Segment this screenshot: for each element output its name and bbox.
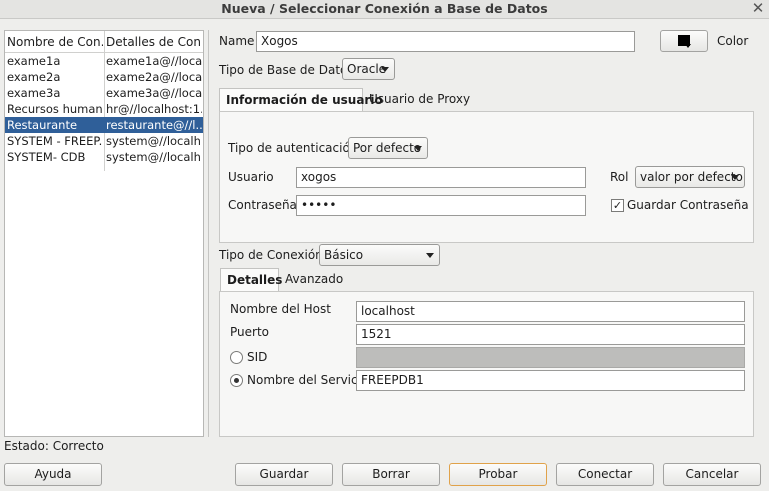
connection-name: exame2a [7,70,61,84]
save-password-label: Guardar Contraseña [627,198,749,212]
sid-input-disabled [356,347,745,368]
chevron-down-icon [414,146,422,151]
db-type-select[interactable]: Oracle [342,58,395,80]
db-type-label: Tipo de Base de Datos [219,63,354,77]
sid-radio[interactable] [230,351,243,364]
connection-details: restaurante@//l... [106,118,202,132]
connection-row[interactable]: exame2a exame2a@//loca... [5,69,203,85]
connection-details: system@//localh... [106,134,202,148]
column-header-details[interactable]: Detalles de Con... [106,35,202,49]
connection-row-selected[interactable]: Restaurante restaurante@//l... [5,117,203,133]
window-title: Nueva / Seleccionar Conexión a Base de D… [221,1,548,16]
connect-button[interactable]: Conectar [556,463,654,486]
connection-name: SYSTEM- CDB [7,150,86,164]
save-button[interactable]: Guardar [235,463,333,486]
host-label: Nombre del Host [230,302,331,316]
column-header-name[interactable]: Nombre de Con... [7,35,103,49]
auth-type-select[interactable]: Por defecto [348,137,428,159]
color-label: Color [717,34,749,48]
connection-type-value: Básico [324,248,364,262]
connection-name: exame3a [7,86,61,100]
password-input[interactable]: ••••• [296,195,586,216]
tab-advanced[interactable]: Avanzado [279,268,349,292]
status-text: Estado: Correcto [4,439,104,453]
service-name-radio[interactable] [230,374,243,387]
user-label: Usuario [228,170,274,184]
connection-row[interactable]: SYSTEM- CDB system@//localh... [5,149,203,165]
connection-details: hr@//localhost:1... [106,102,202,116]
auth-type-label: Tipo de autenticación [228,141,358,155]
connection-details: exame3a@//loca... [106,86,202,100]
user-input[interactable]: xogos [296,167,586,188]
connection-name: Restaurante [7,118,78,132]
connection-type-select[interactable]: Básico [319,244,440,266]
connection-row[interactable]: exame1a exame1a@//loca... [5,53,203,69]
connection-name: Recursos human... [7,102,102,116]
port-input[interactable]: 1521 [356,324,745,345]
role-label: Rol [610,170,629,184]
connection-row[interactable]: SYSTEM - FREEP... system@//localh... [5,133,203,149]
role-select[interactable]: valor por defecto [635,166,745,188]
test-button[interactable]: Probar [449,463,547,486]
sid-label: SID [247,350,268,364]
tab-proxy-user[interactable]: Usuario de Proxy [363,88,476,112]
close-icon[interactable]: ✕ [750,0,766,18]
auth-type-value: Por defecto [353,141,422,155]
cancel-button[interactable]: Cancelar [663,463,761,486]
name-input[interactable]: Xogos [256,31,635,52]
tab-details[interactable]: Detalles [220,268,282,292]
chevron-down-icon [381,67,389,72]
connection-details: exame1a@//loca... [106,54,202,68]
help-button[interactable]: Ayuda [4,463,102,486]
color-picker-button[interactable] [660,30,708,52]
connection-details: exame2a@//loca... [106,70,202,84]
connection-name: SYSTEM - FREEP... [7,134,102,148]
connection-type-label: Tipo de Conexión [219,248,323,262]
connection-list[interactable]: Nombre de Con... Detalles de Con... exam… [4,30,204,437]
port-label: Puerto [230,325,269,339]
dropdown-arrow-icon [685,44,691,48]
connection-row[interactable]: exame3a exame3a@//loca... [5,85,203,101]
connection-name: exame1a [7,54,61,68]
role-value: valor por defecto [640,170,743,184]
host-input[interactable]: localhost [356,301,745,322]
tab-user-info[interactable]: Información de usuario [219,88,383,112]
service-name-label: Nombre del Servicio [247,373,369,387]
name-label: Name [219,34,255,48]
chevron-down-icon [426,253,434,258]
chevron-down-icon [731,175,739,180]
password-label: Contraseña [228,198,297,212]
service-name-input[interactable]: FREEPDB1 [356,370,745,391]
delete-button[interactable]: Borrar [342,463,440,486]
connection-details: system@//localh... [106,150,202,164]
connection-row[interactable]: Recursos human... hr@//localhost:1... [5,101,203,117]
save-password-checkbox[interactable]: ✓ [611,199,624,212]
panel-splitter[interactable] [208,30,211,437]
